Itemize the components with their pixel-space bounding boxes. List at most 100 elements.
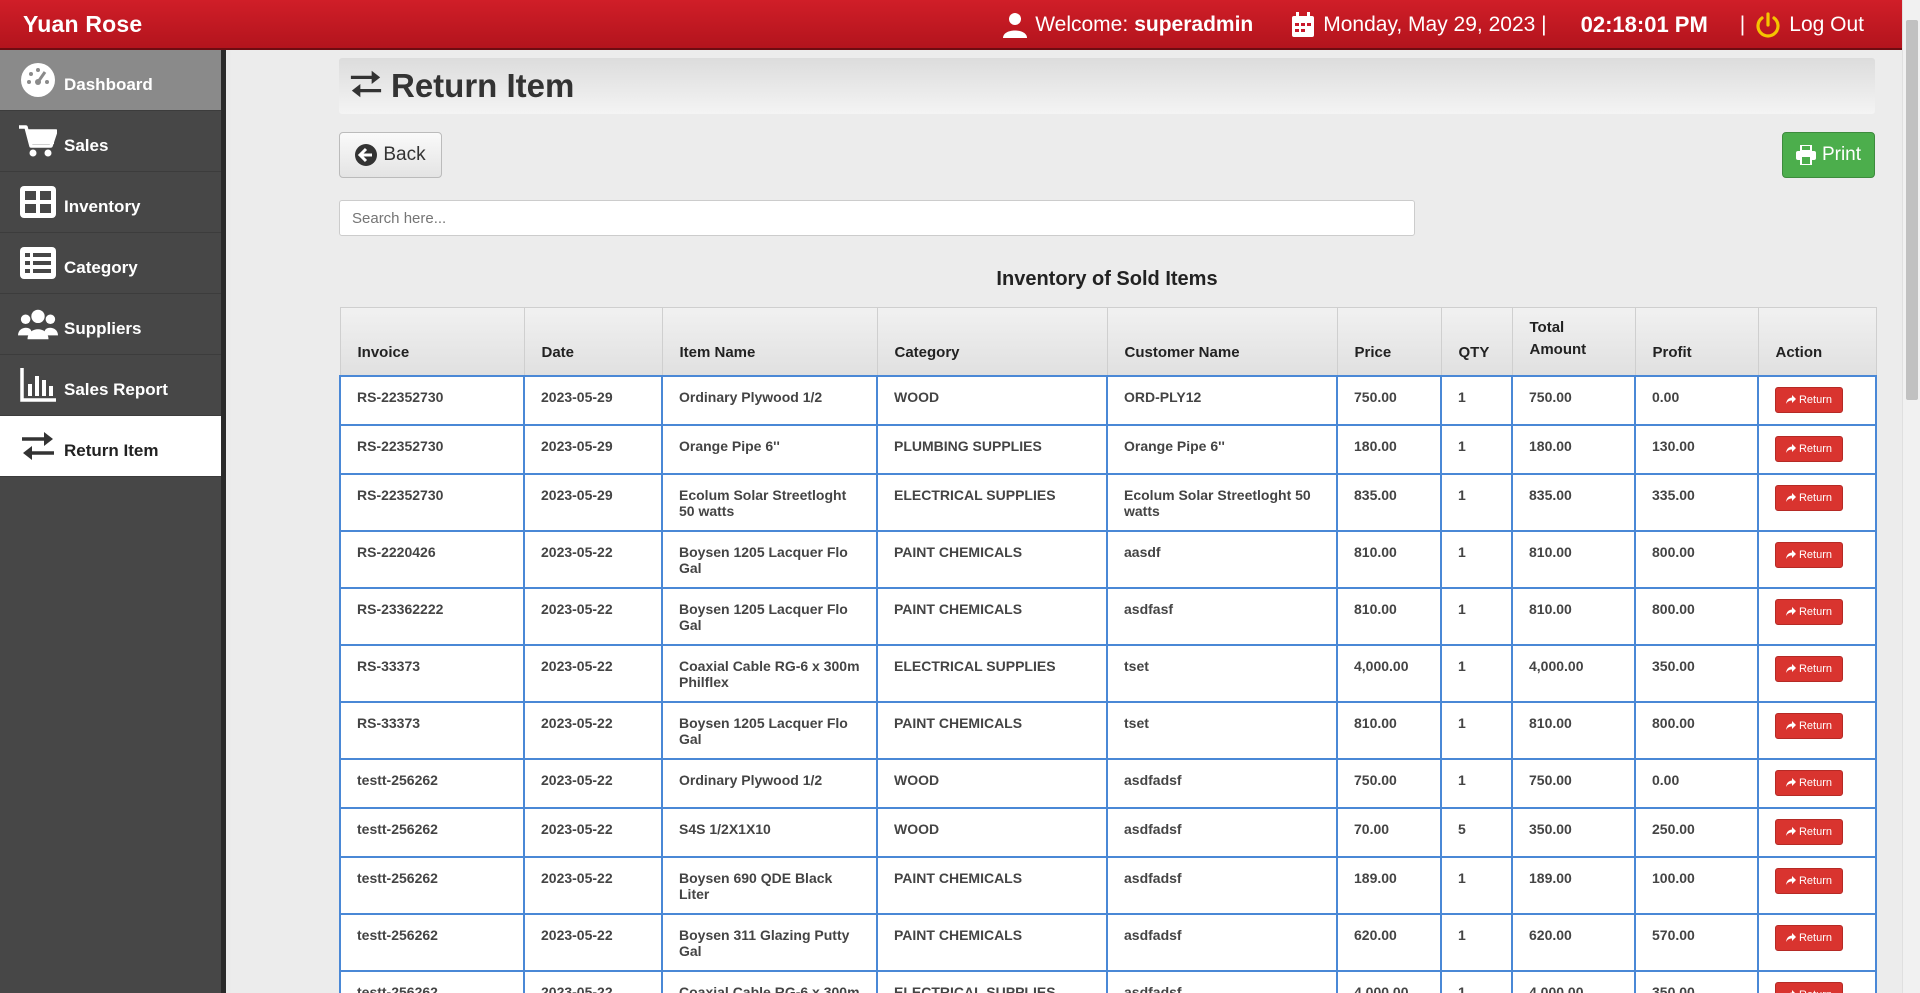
cell-date: 2023-05-22 — [523, 757, 663, 809]
return-label: Return — [1798, 662, 1833, 675]
cell-customer-name: asdfadsf — [1106, 969, 1338, 993]
table-row: testt-256262 2023-05-22 Ordinary Plywood 1… — [339, 757, 1877, 809]
exchange-icon — [349, 68, 383, 105]
sidebar-item-suppliers[interactable]: Suppliers — [0, 294, 221, 355]
sidebar-item-dashboard[interactable]: Dashboard — [0, 50, 221, 111]
sidebar-item-category[interactable]: Category — [0, 233, 221, 294]
power-icon — [1755, 12, 1781, 38]
cell-category: PAINT CHEMICALS — [876, 912, 1108, 972]
cell-price: 189.00 — [1336, 855, 1442, 915]
col-header-invoice[interactable]: Invoice — [339, 307, 525, 376]
share-arrow-icon — [1785, 607, 1796, 616]
cell-profit: 800.00 — [1634, 529, 1759, 589]
main-content: Return Item Back Print Inventory of Sold… — [231, 50, 1902, 993]
cell-date: 2023-05-29 — [523, 423, 663, 475]
cell-date: 2023-05-22 — [523, 855, 663, 915]
scrollbar-thumb[interactable] — [1906, 20, 1918, 400]
cell-customer-name: asdfasf — [1106, 586, 1338, 646]
cell-customer-name: Ecolum Solar Streetloght 50 watts — [1106, 472, 1338, 532]
return-label: Return — [1798, 776, 1833, 789]
print-button[interactable]: Print — [1782, 132, 1875, 178]
return-label: Return — [1798, 548, 1833, 561]
return-button[interactable]: Return — [1775, 435, 1843, 462]
col-header-item-name[interactable]: Item Name — [661, 307, 878, 376]
table-row: testt-256262 2023-05-22 Boysen 690 QDE Bla… — [339, 855, 1877, 915]
cell-item-name: Orange Pipe 6'' — [661, 423, 878, 475]
return-button[interactable]: Return — [1775, 541, 1843, 568]
sidebar-item-inventory[interactable]: Inventory — [0, 172, 221, 233]
cell-total-amount: 4,000.00 — [1511, 969, 1636, 993]
sidebar-item-sales[interactable]: Sales — [0, 111, 221, 172]
cell-profit: 350.00 — [1634, 969, 1759, 993]
grid-icon — [18, 182, 58, 222]
bar-chart-icon — [18, 365, 58, 405]
cell-category: WOOD — [876, 806, 1108, 858]
share-arrow-icon — [1785, 664, 1796, 673]
col-header-category[interactable]: Category — [876, 307, 1108, 376]
cell-total-amount: 189.00 — [1511, 855, 1636, 915]
content-area: Return Item Back Print Inventory of Sold… — [339, 58, 1877, 993]
return-button[interactable]: Return — [1775, 712, 1843, 739]
return-button[interactable]: Return — [1775, 818, 1843, 845]
cell-category: PAINT CHEMICALS — [876, 529, 1108, 589]
cell-qty: 1 — [1440, 472, 1513, 532]
col-header-date[interactable]: Date — [523, 307, 663, 376]
page-title: Return Item — [391, 67, 575, 104]
cell-profit: 335.00 — [1634, 472, 1759, 532]
cell-item-name: Boysen 1205 Lacquer Flo Gal — [661, 700, 878, 760]
table-body: RS-22352730 2023-05-29 Ordinary Plywood 1/… — [339, 374, 1877, 993]
cell-action: Return — [1757, 806, 1877, 858]
cell-invoice: testt-256262 — [339, 855, 525, 915]
return-label: Return — [1798, 874, 1833, 887]
cart-icon — [18, 121, 58, 161]
cell-item-name: Coaxial Cable RG-6 x 300m Philflex — [661, 643, 878, 703]
cell-action: Return — [1757, 643, 1877, 703]
col-header-price[interactable]: Price — [1336, 307, 1442, 376]
cell-qty: 1 — [1440, 374, 1513, 426]
cell-price: 70.00 — [1336, 806, 1442, 858]
cell-total-amount: 750.00 — [1511, 757, 1636, 809]
search-input[interactable] — [339, 200, 1415, 236]
cell-customer-name: ORD-PLY12 — [1106, 374, 1338, 426]
col-header-qty[interactable]: QTY — [1440, 307, 1513, 376]
return-button[interactable]: Return — [1775, 981, 1843, 993]
cell-customer-name: aasdf — [1106, 529, 1338, 589]
col-header-profit[interactable]: Profit — [1634, 307, 1759, 376]
share-arrow-icon — [1785, 827, 1796, 836]
cell-qty: 1 — [1440, 643, 1513, 703]
clock-area: 02:18:01 PM — [1581, 12, 1708, 38]
sidebar-item-sales-report[interactable]: Sales Report — [0, 355, 221, 416]
cell-invoice: testt-256262 — [339, 969, 525, 993]
logout-button[interactable]: Log Out — [1755, 12, 1864, 38]
cell-category: PLUMBING SUPPLIES — [876, 423, 1108, 475]
return-label: Return — [1798, 393, 1833, 406]
cell-invoice: testt-256262 — [339, 912, 525, 972]
return-button[interactable]: Return — [1775, 867, 1843, 894]
cell-date: 2023-05-22 — [523, 806, 663, 858]
return-button[interactable]: Return — [1775, 655, 1843, 682]
return-button[interactable]: Return — [1775, 769, 1843, 796]
topbar-separator: | — [1739, 13, 1746, 36]
cell-profit: 250.00 — [1634, 806, 1759, 858]
cell-customer-name: tset — [1106, 643, 1338, 703]
printer-icon — [1795, 145, 1816, 165]
return-button[interactable]: Return — [1775, 484, 1843, 511]
back-button[interactable]: Back — [339, 132, 442, 178]
return-label: Return — [1798, 605, 1833, 618]
sidebar-label-return-item: Return Item — [64, 441, 159, 460]
table-title: Inventory of Sold Items — [996, 268, 1218, 290]
page-scrollbar[interactable] — [1902, 0, 1920, 993]
cell-item-name: Boysen 311 Glazing Putty Gal — [661, 912, 878, 972]
cell-total-amount: 180.00 — [1511, 423, 1636, 475]
return-button[interactable]: Return — [1775, 598, 1843, 625]
cell-invoice: RS-22352730 — [339, 472, 525, 532]
col-header-customer-name[interactable]: Customer Name — [1106, 307, 1338, 376]
col-header-total-amount[interactable]: Total Amount — [1511, 307, 1636, 376]
sidebar-item-return-item[interactable]: Return Item — [0, 416, 221, 477]
share-arrow-icon — [1785, 444, 1796, 453]
return-button[interactable]: Return — [1775, 924, 1843, 951]
print-label: Print — [1821, 144, 1862, 165]
return-button[interactable]: Return — [1775, 386, 1843, 413]
cell-category: WOOD — [876, 374, 1108, 426]
cell-category: ELECTRICAL SUPPLIES — [876, 472, 1108, 532]
